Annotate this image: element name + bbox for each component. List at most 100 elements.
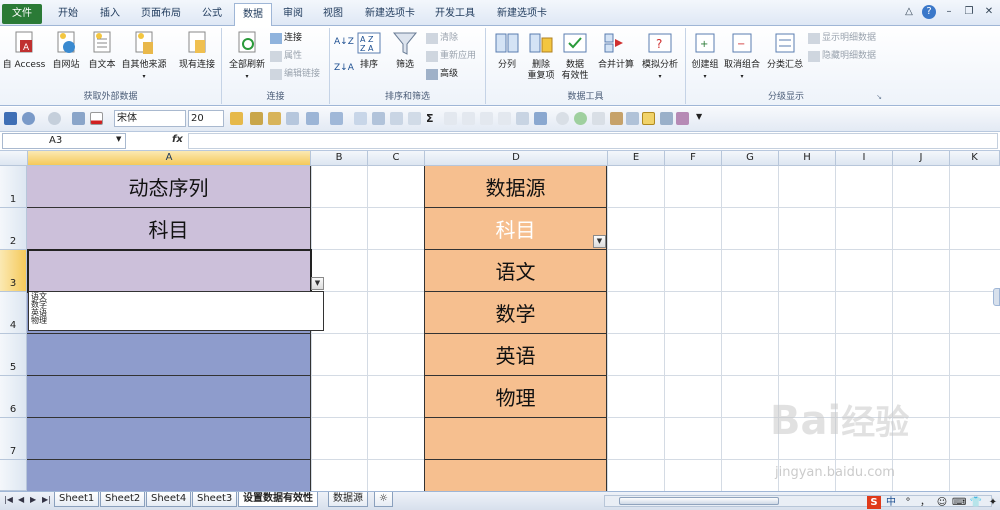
toolbar-icon-13[interactable] — [676, 112, 689, 125]
customize-toolbar-icon[interactable]: ▼ — [696, 112, 702, 121]
minimize-icon[interactable]: – — [942, 5, 956, 19]
tab-page-layout[interactable]: 页面布局 — [134, 3, 188, 26]
tab-new-2[interactable]: 新建选项卡 — [490, 3, 554, 26]
tab-review[interactable]: 审阅 — [278, 3, 308, 26]
clipboard-icon[interactable] — [268, 112, 281, 125]
copy-icon[interactable] — [286, 112, 299, 125]
toolbar-icon-3[interactable] — [480, 112, 493, 125]
fx-icon[interactable]: fx — [172, 134, 183, 145]
formula-input[interactable] — [188, 133, 998, 149]
filter-button[interactable]: 筛选 — [390, 30, 420, 71]
font-name-select[interactable]: 宋体 — [114, 110, 186, 127]
prev-sheet-icon[interactable]: ◀ — [18, 495, 24, 504]
what-if-analysis-button[interactable]: ? 模拟分析 ▾ — [638, 30, 682, 82]
cell-d8[interactable] — [424, 460, 607, 491]
ime-emoji-icon[interactable]: ☺ — [935, 496, 949, 509]
sheet-tab-validation[interactable]: 设置数据有效性 — [238, 492, 318, 507]
select-all-corner[interactable] — [0, 151, 28, 166]
paste-icon[interactable] — [230, 112, 243, 125]
fill-icon[interactable] — [306, 112, 319, 125]
existing-connections-button[interactable]: 现有连接 — [176, 30, 218, 71]
row-header-8[interactable] — [0, 460, 27, 491]
validation-dropdown-list[interactable]: 语文 数学 英语 物理 — [28, 291, 324, 331]
save-icon[interactable] — [4, 112, 17, 125]
tab-home[interactable]: 开始 — [50, 3, 86, 26]
dialog-launcher-icon[interactable]: ↘ — [876, 93, 882, 101]
first-sheet-icon[interactable]: |◀ — [4, 495, 13, 504]
toolbar-icon-10[interactable] — [610, 112, 623, 125]
font-color-icon[interactable] — [90, 112, 103, 125]
cell-d3[interactable]: 语文 — [424, 250, 607, 292]
horizontal-scrollbar-thumb[interactable] — [619, 497, 779, 505]
ime-keyboard-icon[interactable]: ⌨ — [952, 496, 966, 509]
format-painter-icon[interactable] — [250, 112, 263, 125]
sheet-tab-sheet2[interactable]: Sheet2 — [100, 492, 146, 507]
tab-data[interactable]: 数据 — [234, 3, 272, 27]
row-header-1[interactable]: 1 — [0, 166, 27, 208]
column-header-h[interactable]: H — [779, 151, 836, 166]
column-header-c[interactable]: C — [368, 151, 425, 166]
cell-d5[interactable]: 英语 — [424, 334, 607, 376]
undo-icon[interactable] — [22, 112, 35, 125]
ime-skin-icon[interactable]: 👕 — [969, 496, 983, 509]
name-box[interactable]: A3 — [2, 133, 126, 149]
column-header-d[interactable]: D — [425, 151, 608, 166]
properties-button[interactable]: 属性 — [270, 50, 302, 63]
toolbar-icon-5[interactable] — [516, 112, 529, 125]
row-header-2[interactable]: 2 — [0, 208, 27, 250]
sheet-tab-sheet3[interactable]: Sheet3 — [192, 492, 238, 507]
close-icon[interactable]: ✕ — [982, 5, 996, 19]
cell-a2[interactable]: 科目 — [27, 208, 311, 250]
active-cell-a3[interactable] — [27, 249, 312, 293]
ime-tools-icon[interactable]: ✦ — [986, 496, 1000, 509]
row-header-7[interactable]: 7 — [0, 418, 27, 460]
cell-a1[interactable]: 动态序列 — [27, 166, 311, 208]
row-header-4[interactable]: 4 — [0, 292, 27, 334]
toolbar-icon-6[interactable] — [534, 112, 547, 125]
sheet-tab-sheet4[interactable]: Sheet4 — [146, 492, 192, 507]
toolbar-icon-12[interactable] — [660, 112, 673, 125]
tab-insert[interactable]: 插入 — [92, 3, 128, 26]
list-item[interactable]: 英语 — [31, 309, 321, 317]
sogou-logo-icon[interactable]: S — [867, 496, 881, 509]
connections-button[interactable]: 连接 — [270, 32, 302, 45]
sort-toolbar-icon[interactable] — [330, 112, 343, 125]
column-header-g[interactable]: G — [722, 151, 779, 166]
name-box-dropdown-icon[interactable]: ▼ — [116, 135, 121, 143]
sort-desc-button[interactable]: Z↓A — [334, 62, 354, 75]
column-header-k[interactable]: K — [950, 151, 1000, 166]
cell-d6[interactable]: 物理 — [424, 376, 607, 418]
list-item[interactable]: 语文 — [31, 293, 321, 301]
sort-asc-button[interactable]: A↓Z — [334, 36, 354, 49]
remove-duplicates-button[interactable]: 删除 重复项 — [524, 30, 558, 82]
ime-lang-icon[interactable]: 中 — [884, 496, 898, 509]
chart-icon[interactable] — [372, 112, 385, 125]
function-icon[interactable] — [390, 112, 403, 125]
group-button[interactable]: + 创建组 ▾ — [688, 30, 722, 82]
next-sheet-icon[interactable]: ▶ — [30, 495, 36, 504]
restore-icon[interactable]: ❐ — [962, 5, 976, 19]
borders-icon[interactable] — [72, 112, 85, 125]
refresh-all-button[interactable]: 全部刷新 ▾ — [226, 30, 268, 82]
ungroup-button[interactable]: − 取消组合 ▾ — [722, 30, 762, 82]
sheet-tab-source[interactable]: 数据源 — [328, 492, 368, 507]
edit-links-button[interactable]: 编辑链接 — [270, 68, 320, 81]
row-header-3[interactable]: 3 — [0, 250, 27, 292]
row-header-5[interactable]: 5 — [0, 334, 27, 376]
column-header-b[interactable]: B — [311, 151, 368, 166]
sort-button[interactable]: A ZZ A 排序 — [354, 30, 384, 71]
list-item[interactable]: 数学 — [31, 301, 321, 309]
last-sheet-icon[interactable]: ▶| — [42, 495, 51, 504]
tab-developer[interactable]: 开发工具 — [430, 3, 480, 26]
cell-a8[interactable] — [27, 460, 311, 491]
toolbar-icon-8[interactable] — [574, 112, 587, 125]
column-header-e[interactable]: E — [608, 151, 665, 166]
from-web-button[interactable]: 自网站 — [48, 30, 84, 71]
autofilter-dropdown-icon[interactable]: ▼ — [593, 235, 606, 248]
sheet-tab-sheet1[interactable]: Sheet1 — [54, 492, 100, 507]
redo-icon[interactable] — [48, 112, 61, 125]
ime-punct-icon[interactable]: ° — [901, 496, 915, 509]
toolbar-icon-11[interactable] — [626, 112, 639, 125]
toolbar-icon-7[interactable] — [556, 112, 569, 125]
cell-a7[interactable] — [27, 418, 311, 460]
